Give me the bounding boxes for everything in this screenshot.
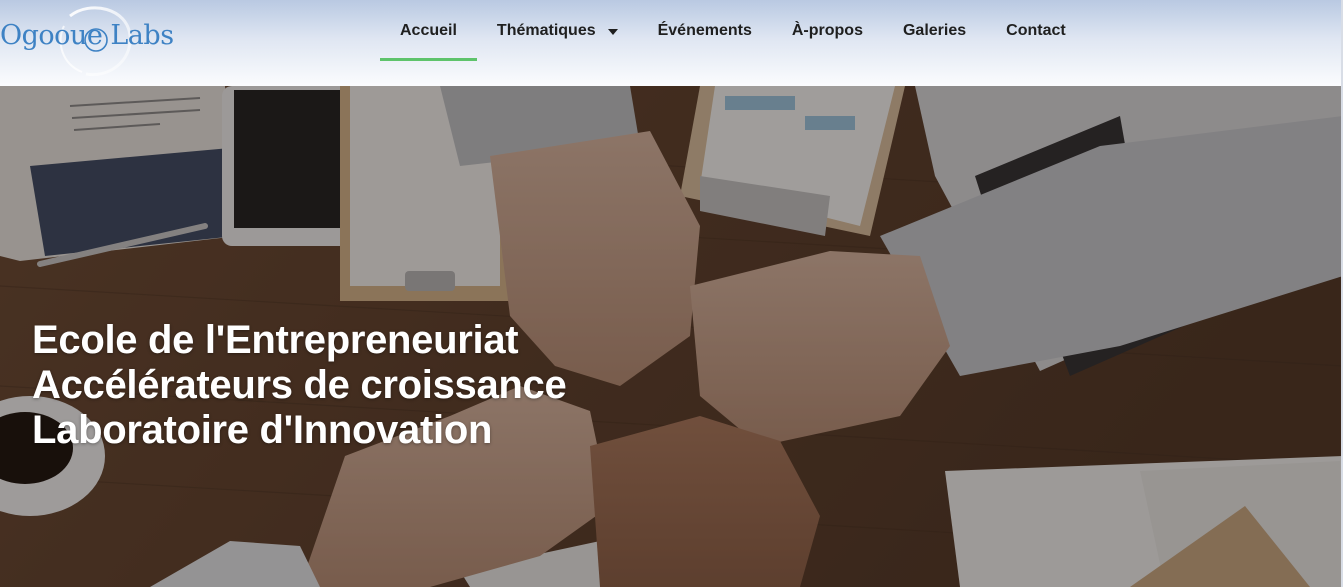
main-nav: Accueil Thématiques Événements À-propos …: [380, 0, 1086, 86]
logo-text: Ogooue Labs: [0, 20, 174, 51]
site-header: Ogooue Labs Accueil Thématiques Événemen…: [0, 0, 1341, 86]
nav-item-label: Événements: [657, 22, 752, 39]
nav-item-label: Accueil: [400, 22, 457, 39]
hero-section: Ecole de l'Entrepreneuriat Accélérateurs…: [0, 86, 1343, 587]
page: Ogooue Labs Accueil Thématiques Événemen…: [0, 0, 1343, 587]
nav-item-evenements[interactable]: Événements: [638, 0, 772, 62]
hero-line-3: Laboratoire d'Innovation: [32, 408, 493, 452]
nav-item-a-propos[interactable]: À-propos: [772, 0, 883, 62]
caret-down-icon: [607, 29, 618, 35]
nav-item-label: Thématiques: [496, 22, 596, 39]
nav-item-label: Galeries: [902, 22, 967, 39]
nav-item-label: Contact: [1006, 22, 1066, 39]
nav-item-label: À-propos: [791, 22, 863, 39]
brand-logo[interactable]: Ogooue Labs: [0, 0, 175, 80]
nav-item-accueil[interactable]: Accueil: [380, 0, 477, 62]
nav-item-galeries[interactable]: Galeries: [883, 0, 986, 62]
nav-item-contact[interactable]: Contact: [986, 0, 1086, 62]
hero-line-2: Accélérateurs de croissance: [32, 363, 567, 407]
hero-headline: Ecole de l'Entrepreneuriat Accélérateurs…: [32, 318, 567, 453]
nav-item-thematiques[interactable]: Thématiques: [477, 0, 638, 62]
hero-line-1: Ecole de l'Entrepreneuriat: [32, 318, 519, 362]
